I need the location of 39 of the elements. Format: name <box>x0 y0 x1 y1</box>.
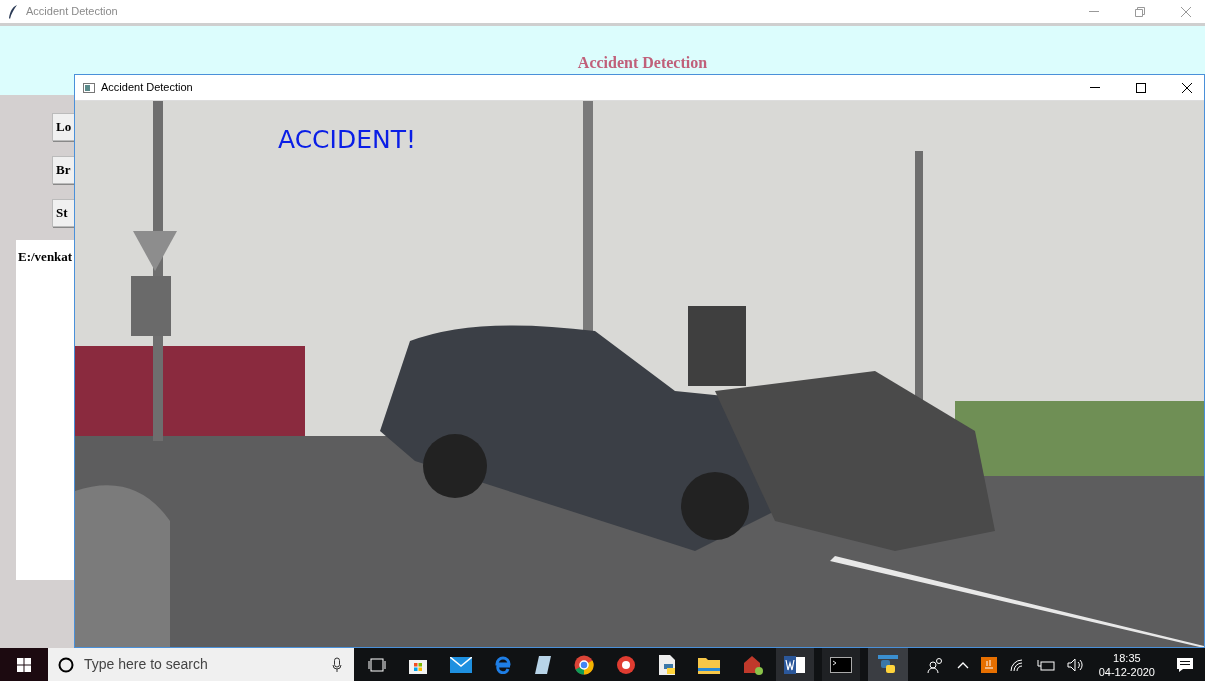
battery-icon[interactable] <box>1036 658 1055 671</box>
chevron-up-icon[interactable] <box>956 660 969 669</box>
alert-text: ACCIDENT! <box>278 124 416 156</box>
word-icon <box>784 654 806 675</box>
close-icon[interactable] <box>1182 82 1192 93</box>
task-view-icon[interactable] <box>368 657 386 672</box>
python-button[interactable] <box>868 648 908 681</box>
action-button[interactable]: Lo <box>52 113 74 141</box>
clock-date: 04-12-2020 <box>1098 664 1155 679</box>
terminal-button[interactable] <box>822 648 860 681</box>
header-title: Accident Detection <box>577 53 708 71</box>
start-button[interactable] <box>0 648 48 681</box>
action-button[interactable]: Br <box>52 156 74 184</box>
maximize-icon[interactable] <box>1136 82 1146 93</box>
microphone-icon[interactable] <box>332 656 342 673</box>
folder-icon[interactable] <box>698 655 720 674</box>
search-field[interactable]: Type here to search <box>48 648 354 681</box>
clock-time: 18:35 <box>1113 650 1141 665</box>
search-icon <box>58 656 74 673</box>
clock[interactable]: 18:35 04-12-2020 <box>1096 650 1157 679</box>
browser-icon[interactable] <box>494 655 512 674</box>
volume-icon[interactable] <box>1066 657 1085 672</box>
restore-icon[interactable] <box>1135 6 1145 17</box>
terminal-icon <box>830 656 852 673</box>
wifi-icon[interactable] <box>1008 657 1025 672</box>
people-icon[interactable] <box>926 656 945 673</box>
path-box[interactable]: E:/venkat <box>16 240 74 580</box>
action-button[interactable]: St <box>52 199 74 227</box>
windows-icon <box>17 657 31 672</box>
notification-icon[interactable] <box>1177 656 1193 673</box>
python-icon <box>877 653 899 676</box>
chrome-icon[interactable] <box>574 654 594 675</box>
feather-icon <box>8 4 18 19</box>
python-file-icon[interactable] <box>658 653 676 676</box>
mail-icon[interactable] <box>450 656 472 673</box>
path-text: E:/venkat <box>18 249 73 264</box>
window-title: Accident Detection <box>26 4 118 20</box>
window-title: Accident Detection <box>101 80 193 96</box>
word-button[interactable] <box>776 648 814 681</box>
